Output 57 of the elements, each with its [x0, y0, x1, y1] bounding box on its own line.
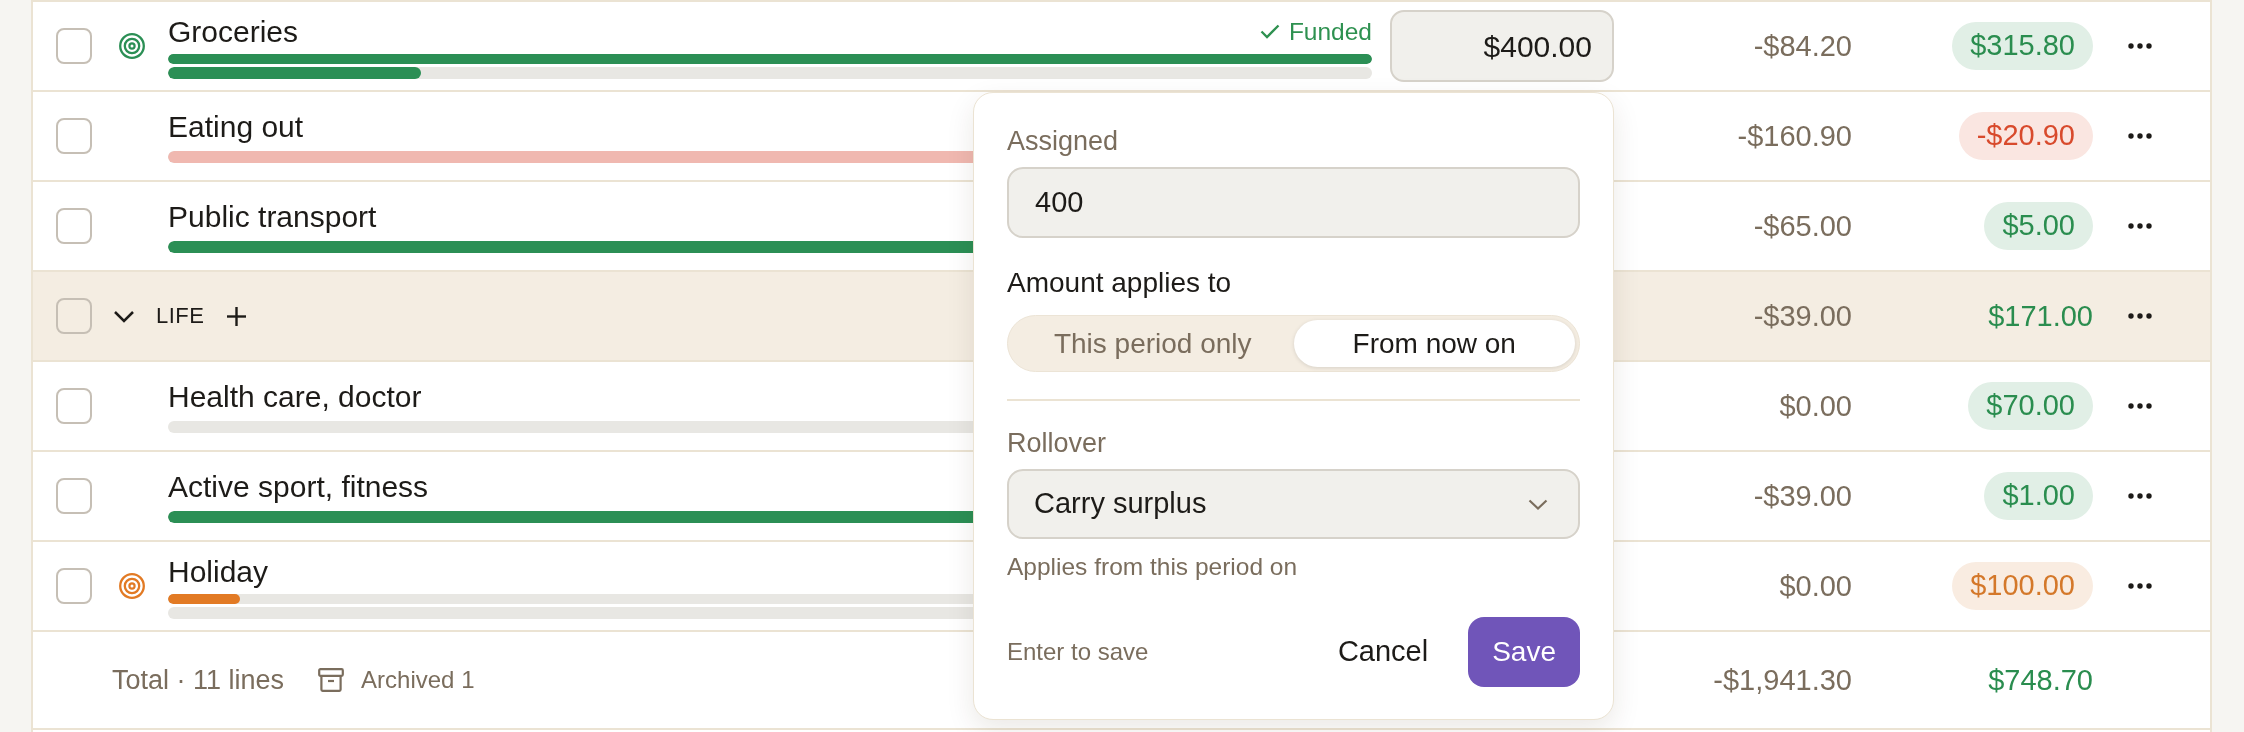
activity-amount: -$84.20	[1753, 29, 1852, 64]
available-balance: $100.00	[1952, 562, 2093, 610]
cancel-button[interactable]: Cancel	[1323, 617, 1443, 687]
funded-status-label: Funded	[1288, 16, 1372, 47]
helper-text: Applies from this period on	[1007, 552, 1299, 582]
row-checkbox[interactable]	[56, 208, 92, 244]
activity-amount: $0.00	[1779, 389, 1852, 424]
category-name: Active sport, fitness	[168, 469, 429, 505]
row-checkbox[interactable]	[56, 298, 92, 334]
available-balance: $1.00	[1984, 472, 2093, 520]
category-name: Eating out	[168, 109, 304, 145]
ellipsis-icon	[2128, 43, 2152, 49]
activity-amount: -$1,941.30	[1713, 663, 1852, 698]
field-label: Assigned	[1007, 125, 1120, 157]
chevron-down-icon[interactable]	[113, 309, 135, 323]
ellipsis-icon	[2128, 493, 2152, 499]
available-balance: $315.80	[1952, 22, 2093, 70]
ellipsis-icon	[2128, 313, 2152, 319]
category-name: Holiday	[168, 553, 269, 590]
rollover-select[interactable]: Carry surplus	[1007, 469, 1580, 539]
assigned-amount-field[interactable]: $400.00	[1390, 10, 1614, 82]
available-amount: $748.70	[1988, 663, 2093, 698]
segment-option[interactable]: From now on	[1293, 320, 1575, 367]
available-balance: -$20.90	[1958, 112, 2093, 160]
row-checkbox[interactable]	[56, 478, 92, 514]
available-amount: $171.00	[1988, 299, 2093, 334]
category-name: Health care, doctor	[168, 379, 422, 415]
chevron-down-icon	[1528, 498, 1548, 510]
available-balance: $5.00	[1984, 202, 2093, 250]
activity-amount: -$160.90	[1737, 119, 1852, 154]
category-name: Groceries	[168, 13, 299, 50]
ellipsis-icon	[2128, 403, 2152, 409]
segment-option[interactable]: This period only	[1012, 320, 1294, 367]
row-checkbox[interactable]	[56, 118, 92, 154]
check-icon	[1259, 24, 1280, 39]
ellipsis-icon	[2128, 223, 2152, 229]
archived-button[interactable]: Archived 1	[318, 665, 475, 695]
activity-amount: -$39.00	[1753, 299, 1852, 334]
section-label: Amount applies to	[1007, 267, 1233, 299]
plus-icon[interactable]	[226, 305, 248, 327]
archive-icon	[318, 668, 345, 692]
available-balance: $70.00	[1968, 382, 2093, 430]
category-name: Public transport	[168, 199, 377, 235]
row-checkbox[interactable]	[56, 568, 92, 604]
save-button[interactable]: Save	[1468, 617, 1580, 687]
ellipsis-icon	[2128, 133, 2152, 139]
row-checkbox[interactable]	[56, 28, 92, 64]
assigned-input[interactable]: 400	[1007, 167, 1580, 238]
keyboard-hint: Enter to save	[1007, 637, 1149, 667]
activity-amount: -$39.00	[1753, 479, 1852, 514]
ellipsis-icon	[2128, 583, 2152, 589]
activity-amount: -$65.00	[1753, 209, 1852, 244]
field-label: Rollover	[1007, 427, 1108, 459]
row-checkbox[interactable]	[56, 388, 92, 424]
activity-amount: $0.00	[1779, 569, 1852, 604]
total-label: Total · 11 lines	[112, 664, 285, 697]
group-name: LIFE	[156, 302, 205, 330]
